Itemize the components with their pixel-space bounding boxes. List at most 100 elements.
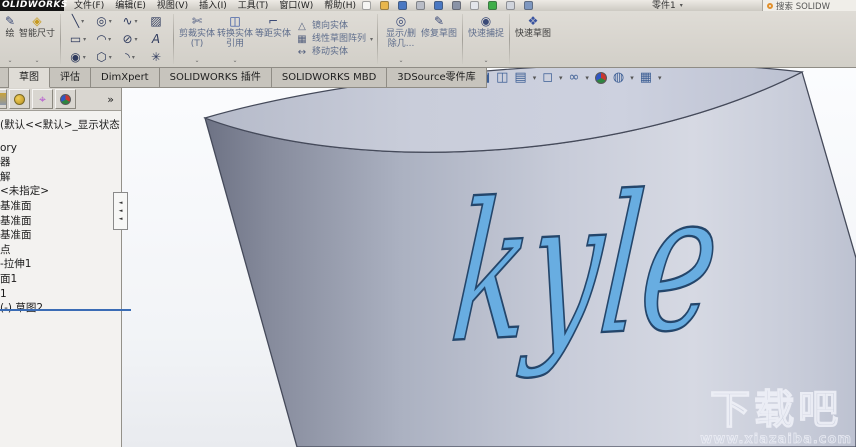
rectangle-tool-button[interactable]: ▭ ▾ (65, 30, 91, 48)
propertymanager-tab[interactable] (9, 89, 30, 109)
hide-show-caret-icon[interactable]: ▾ (585, 74, 589, 82)
tab-sketch[interactable]: 草图 (9, 68, 50, 88)
graphics-viewport[interactable]: kyle ⊙ ⊕ ◪ ◫ ▤▾ ◻▾ ∞▾ ◍▾ ▦▾ 下载吧 www.xiaz… (0, 68, 856, 447)
display-style-icon[interactable]: ◻ (542, 70, 553, 85)
rectangle-caret-icon[interactable]: ▾ (83, 36, 86, 43)
view-settings-caret-icon[interactable]: ▾ (658, 74, 662, 82)
convert-entities-button[interactable]: ◫ 转换实体引用 ⌄ (216, 11, 254, 67)
quick-snaps-button[interactable]: ◉ 快速捕捉 ⌄ (467, 11, 505, 67)
sketch-quick-icon[interactable] (524, 1, 533, 10)
tree-item-history[interactable]: ory (0, 141, 121, 156)
slot-caret-icon[interactable]: ▾ (83, 54, 86, 61)
linear-pattern-caret-icon[interactable]: ▾ (370, 34, 373, 45)
tree-item-origin[interactable]: 点 (0, 243, 121, 258)
configurationmanager-tab[interactable]: ⌖ (32, 89, 53, 109)
help-icon[interactable] (506, 1, 515, 10)
polygon-caret-icon[interactable]: ▾ (109, 54, 112, 61)
arc-caret-icon[interactable]: ▾ (108, 36, 111, 43)
propertymanager-gear-icon (14, 93, 25, 105)
display-delete-relations-button[interactable]: ◎ 显示/删除几... ⌄ (382, 11, 420, 67)
tree-item-sketch1[interactable]: 1 (0, 287, 121, 302)
tree-item-top-plane[interactable]: 基准面 (0, 214, 121, 229)
pattern-tool-button[interactable]: ▨ (143, 12, 169, 30)
tree-item-right-plane[interactable]: 基准面 (0, 228, 121, 243)
tree-item-plane1[interactable]: 面1 (0, 272, 121, 287)
featuremanager-tab[interactable] (0, 89, 7, 109)
text-tool-button[interactable]: A (143, 30, 169, 48)
tab-solidworks-addins[interactable]: SOLIDWORKS 插件 (159, 68, 272, 88)
tab-dimxpert[interactable]: DimXpert (91, 68, 160, 88)
circle-caret-icon[interactable]: ▾ (109, 18, 112, 25)
apply-scene-caret-icon[interactable]: ▾ (630, 74, 634, 82)
view-orientation-icon[interactable]: ▤ (514, 70, 526, 85)
rollback-bar[interactable] (0, 309, 131, 311)
titlebar: OLIDWORKS 文件(F) 编辑(E) 视图(V) 插入(I) 工具(T) … (0, 0, 856, 11)
polygon-tool-button[interactable]: ⬡ ▾ (91, 48, 117, 66)
panel-expand-icon[interactable]: » (107, 93, 114, 106)
quick-snaps-caret-icon[interactable]: ⌄ (484, 58, 489, 64)
apply-scene-icon[interactable]: ◍ (613, 70, 624, 85)
hide-show-items-icon[interactable]: ∞ (569, 70, 580, 85)
tab-evaluate[interactable]: 评估 (50, 68, 91, 88)
new-file-icon[interactable] (362, 1, 371, 10)
line-caret-icon[interactable]: ▾ (81, 18, 84, 25)
ellipse-caret-icon[interactable]: ▾ (135, 36, 138, 43)
print-icon[interactable] (416, 1, 425, 10)
display-style-caret-icon[interactable]: ▾ (559, 74, 563, 82)
tree-item-annotations[interactable]: 解 (0, 170, 121, 185)
panel-splitter-handle[interactable]: ◄ ◄ ◄ (113, 192, 128, 230)
smart-dimension-button[interactable]: ◈ 智能尺寸 ⌄ (18, 11, 56, 67)
sketch-caret-icon[interactable]: ⌄ (7, 58, 12, 64)
save-icon[interactable] (398, 1, 407, 10)
tab-partial[interactable] (0, 68, 9, 88)
tree-item-front-plane[interactable]: 基准面 (0, 199, 121, 214)
slot-tool-button[interactable]: ◉ ▾ (65, 48, 91, 66)
arc-tool-button[interactable]: ◠ ▾ (91, 30, 117, 48)
trim-entities-button[interactable]: ✄ 剪裁实体(T) ⌄ (178, 11, 216, 67)
spline-tool-button[interactable]: ∿ ▾ (117, 12, 143, 30)
arc-icon: ◠ (96, 32, 107, 46)
linear-pattern-button[interactable]: ▦ 线性草图阵列 ▾ (296, 34, 373, 45)
line-tool-button[interactable]: ╲ ▾ (65, 12, 91, 30)
tree-item-sensors[interactable]: 器 (0, 155, 121, 170)
tree-item-material[interactable]: <未指定> (0, 184, 121, 199)
open-file-icon[interactable] (380, 1, 389, 10)
edit-appearance-icon[interactable] (594, 71, 607, 84)
spline-caret-icon[interactable]: ▾ (135, 18, 138, 25)
move-entities-button[interactable]: ↔ 移动实体 (296, 47, 373, 58)
offset-entities-button[interactable]: ⌐ 等距实体 (254, 11, 292, 67)
view-settings-icon[interactable]: ▦ (640, 70, 652, 85)
tab-solidworks-mbd[interactable]: SOLIDWORKS MBD (271, 68, 388, 88)
display-relations-caret-icon[interactable]: ⌄ (399, 58, 404, 64)
displaymanager-tab[interactable] (55, 89, 76, 109)
rapid-sketch-button[interactable]: ❖ 快速草图 (514, 11, 552, 67)
view-selector-icon[interactable]: ◫ (496, 70, 508, 85)
smart-dimension-caret-icon[interactable]: ⌄ (34, 58, 39, 64)
trim-caret-icon[interactable]: ⌄ (194, 58, 199, 64)
fillet-caret-icon[interactable]: ▾ (132, 54, 135, 61)
view-orientation-caret-icon[interactable]: ▾ (533, 74, 537, 82)
sketch-button-partial[interactable]: ✎ 绘 ⌄ (2, 11, 18, 67)
sketch-text-kyle[interactable]: kyle (443, 150, 728, 387)
feature-manager-panel: ⌖ » (默认<<默认>_显示状态 1>) ory 器 解 <未指定> 基准面 … (0, 88, 131, 447)
move-label: 移动实体 (312, 46, 349, 57)
point-tool-button[interactable]: ✳ (143, 48, 169, 66)
fillet-tool-button[interactable]: ◝ ▾ (117, 48, 143, 66)
circle-icon: ◎ (96, 14, 107, 28)
convert-caret-icon[interactable]: ⌄ (232, 58, 237, 64)
repair-sketch-button[interactable]: ✎ 修复草图 (420, 11, 458, 67)
featuremanager-tree-icon (0, 93, 6, 105)
ellipse-tool-button[interactable]: ⊘ ▾ (117, 30, 143, 48)
tree-item-part-name[interactable]: (默认<<默认>_显示状态 1>) (0, 118, 121, 133)
search-box[interactable]: 搜索 SOLIDW (762, 0, 856, 11)
command-tabs: 草图 评估 DimXpert SOLIDWORKS 插件 SOLIDWORKS … (0, 68, 487, 88)
tree-item-boss-extrude1[interactable]: -拉伸1 (0, 257, 121, 272)
undo-icon[interactable] (434, 1, 443, 10)
rebuild-icon[interactable] (452, 1, 461, 10)
mirror-entities-button[interactable]: △ 镜向实体 (296, 21, 373, 32)
options-icon[interactable] (488, 1, 497, 10)
circle-tool-button[interactable]: ◎ ▾ (91, 12, 117, 30)
solidworks-window: kyle ⊙ ⊕ ◪ ◫ ▤▾ ◻▾ ∞▾ ◍▾ ▦▾ 下载吧 www.xiaz… (0, 0, 856, 447)
tab-3dsource[interactable]: 3DSource零件库 (387, 68, 487, 88)
select-arrow-icon[interactable] (470, 1, 479, 10)
